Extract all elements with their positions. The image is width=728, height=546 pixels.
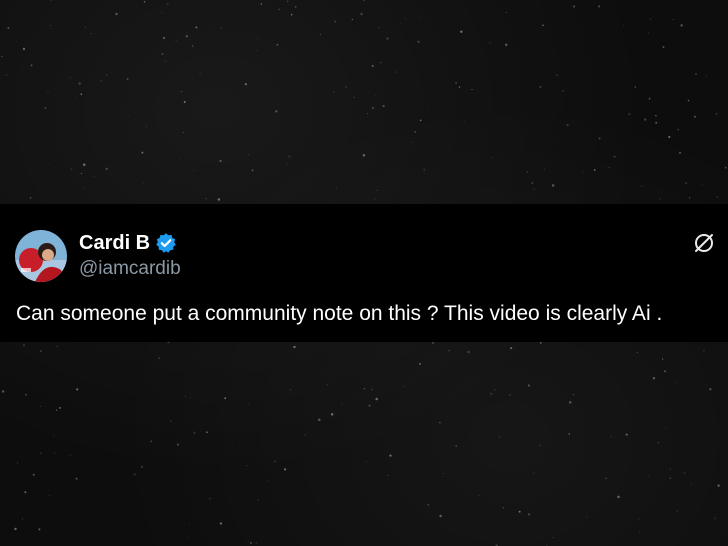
- verified-badge-icon: [155, 232, 177, 254]
- avatar[interactable]: [15, 230, 67, 282]
- tweet-text: Can someone put a community note on this…: [16, 302, 663, 325]
- author-name-row: Cardi B: [79, 230, 177, 256]
- x-logo-icon[interactable]: [692, 231, 716, 255]
- display-name[interactable]: Cardi B: [79, 230, 150, 256]
- user-handle[interactable]: @iamcardib: [79, 257, 181, 281]
- tweet-card[interactable]: Cardi B @iamcardib Can someone put a com…: [0, 204, 728, 342]
